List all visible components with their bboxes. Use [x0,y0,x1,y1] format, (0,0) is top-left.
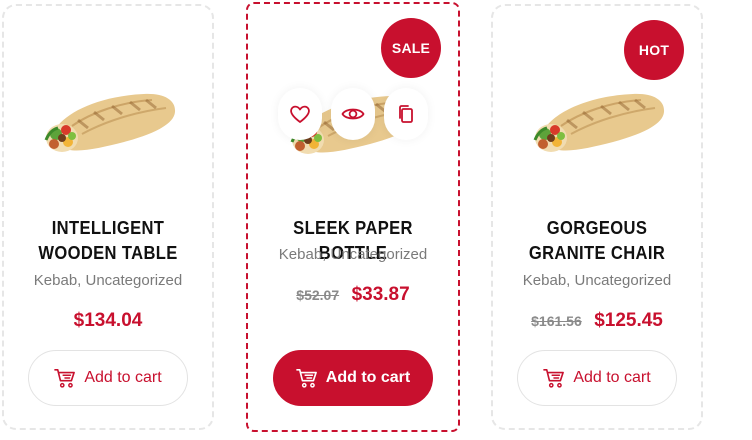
hot-badge: HOT [624,20,684,80]
product-image[interactable] [531,86,669,158]
cart-icon [54,368,76,388]
compare-button[interactable] [384,88,428,140]
product-card[interactable]: INTELLIGENT WOODEN TABLE Kebab, Uncatego… [2,4,214,430]
add-to-cart-label: Add to cart [325,369,411,386]
product-categories[interactable]: Kebab, Uncategorized [248,246,458,263]
regular-price: $52.07 [296,287,340,303]
sale-badge: SALE [381,18,441,78]
add-to-cart-button[interactable]: Add to cart [273,350,433,406]
wishlist-button[interactable] [278,88,322,140]
eye-icon [341,108,365,120]
copy-icon [399,105,413,123]
price-row: $52.07 $33.87 [248,284,458,306]
sale-price: $125.45 [594,310,663,331]
add-to-cart-label: Add to cart [84,369,162,386]
product-image[interactable] [42,86,180,158]
product-title[interactable]: GORGEOUS GRANITE CHAIR [501,216,692,266]
add-to-cart-button[interactable]: Add to cart [28,350,188,406]
sale-price: $33.87 [351,284,410,305]
heart-icon [290,105,310,123]
product-card[interactable]: SALE SLEEK PAPER BOTTLE Kebab, Uncategor… [246,2,460,432]
price-row: $134.04 [4,310,212,332]
product-categories[interactable]: Kebab, Uncategorized [4,272,212,289]
add-to-cart-button[interactable]: Add to cart [517,350,677,406]
product-card[interactable]: HOT GORGEOUS GRANITE CHAIR Kebab, Uncate… [491,4,703,430]
product-title[interactable]: INTELLIGENT WOODEN TABLE [12,216,203,266]
quick-view-button[interactable] [331,88,375,140]
cart-icon [543,368,565,388]
add-to-cart-label: Add to cart [573,369,651,386]
regular-price: $161.56 [531,313,582,329]
price-row: $161.56 $125.45 [493,310,701,332]
sale-price: $134.04 [73,310,143,331]
cart-icon [296,368,318,388]
product-categories[interactable]: Kebab, Uncategorized [493,272,701,289]
